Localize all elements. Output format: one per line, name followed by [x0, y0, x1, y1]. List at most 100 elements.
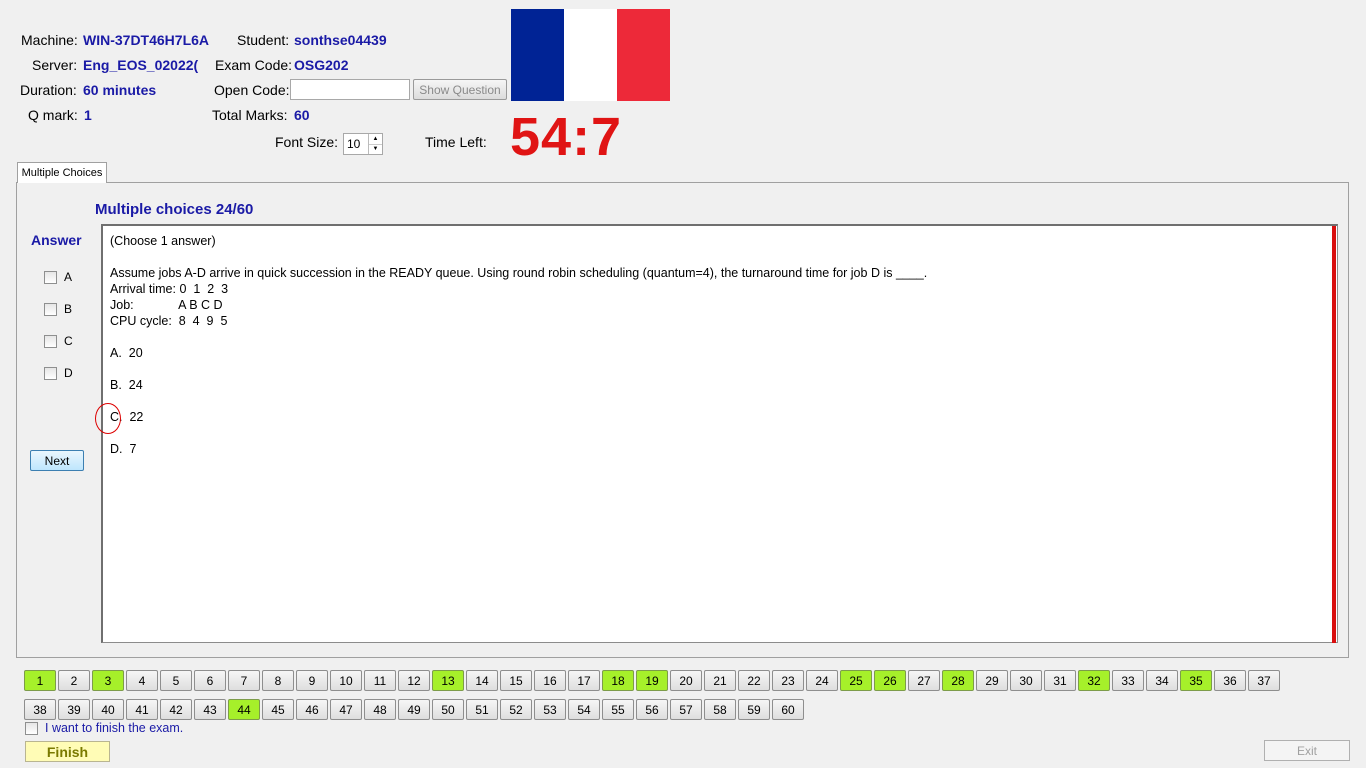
question-line — [110, 393, 927, 409]
font-size-stepper[interactable]: 10 ▲ ▼ — [343, 133, 383, 155]
exam-code-value: OSG202 — [294, 57, 349, 73]
question-nav-button-51[interactable]: 51 — [466, 699, 498, 720]
question-nav-button-41[interactable]: 41 — [126, 699, 158, 720]
question-nav-button-38[interactable]: 38 — [24, 699, 56, 720]
question-nav-button-46[interactable]: 46 — [296, 699, 328, 720]
question-nav-button-31[interactable]: 31 — [1044, 670, 1076, 691]
question-nav-button-2[interactable]: 2 — [58, 670, 90, 691]
question-nav-button-16[interactable]: 16 — [534, 670, 566, 691]
checkbox-c[interactable] — [44, 334, 57, 348]
checkbox-a[interactable] — [44, 270, 57, 284]
question-nav-button-48[interactable]: 48 — [364, 699, 396, 720]
handwritten-circle-annotation — [95, 403, 121, 434]
total-marks-value: 60 — [294, 107, 310, 123]
font-size-spin[interactable]: ▲ ▼ — [368, 134, 382, 154]
question-nav-button-25[interactable]: 25 — [840, 670, 872, 691]
open-code-label: Open Code: — [214, 82, 290, 98]
question-nav-button-1[interactable]: 1 — [24, 670, 56, 691]
question-nav-button-24[interactable]: 24 — [806, 670, 838, 691]
question-nav-button-39[interactable]: 39 — [58, 699, 90, 720]
option-label: B — [64, 302, 73, 316]
question-line: Assume jobs A-D arrive in quick successi… — [110, 266, 928, 280]
server-value: Eng_EOS_02022( — [83, 57, 199, 73]
question-nav-button-36[interactable]: 36 — [1214, 670, 1246, 691]
question-nav-button-8[interactable]: 8 — [262, 670, 294, 691]
question-nav-button-9[interactable]: 9 — [296, 670, 328, 691]
question-nav-button-19[interactable]: 19 — [636, 670, 668, 691]
answer-option-b[interactable]: B — [44, 293, 73, 325]
question-nav-button-20[interactable]: 20 — [670, 670, 702, 691]
question-nav-button-28[interactable]: 28 — [942, 670, 974, 691]
question-nav-button-55[interactable]: 55 — [602, 699, 634, 720]
question-nav-button-21[interactable]: 21 — [704, 670, 736, 691]
checkbox-b[interactable] — [44, 302, 57, 316]
spin-up-icon[interactable]: ▲ — [369, 134, 382, 145]
question-line: (Choose 1 answer) — [110, 234, 216, 248]
question-nav-button-42[interactable]: 42 — [160, 699, 192, 720]
machine-label: Machine: — [21, 32, 78, 48]
option-label: D — [64, 366, 73, 380]
question-nav-button-52[interactable]: 52 — [500, 699, 532, 720]
server-label: Server: — [32, 57, 78, 73]
time-left-label: Time Left: — [425, 134, 487, 150]
question-nav-button-27[interactable]: 27 — [908, 670, 940, 691]
option-label: C — [64, 334, 73, 348]
question-nav-button-33[interactable]: 33 — [1112, 670, 1144, 691]
total-marks-label: Total Marks: — [212, 107, 288, 123]
answer-option-c[interactable]: C — [44, 325, 73, 357]
question-nav-button-56[interactable]: 56 — [636, 699, 668, 720]
show-question-button[interactable]: Show Question — [413, 79, 507, 100]
checkbox-d[interactable] — [44, 366, 57, 380]
question-nav-button-58[interactable]: 58 — [704, 699, 736, 720]
question-nav-button-47[interactable]: 47 — [330, 699, 362, 720]
question-nav-button-5[interactable]: 5 — [160, 670, 192, 691]
question-line: A. 20 — [110, 346, 143, 360]
question-nav-button-11[interactable]: 11 — [364, 670, 396, 691]
next-button[interactable]: Next — [30, 450, 84, 471]
question-nav-button-4[interactable]: 4 — [126, 670, 158, 691]
question-nav-button-49[interactable]: 49 — [398, 699, 430, 720]
question-nav-button-12[interactable]: 12 — [398, 670, 430, 691]
exit-button[interactable]: Exit — [1264, 740, 1350, 761]
question-nav-button-30[interactable]: 30 — [1010, 670, 1042, 691]
finish-button[interactable]: Finish — [25, 741, 110, 762]
question-nav-button-29[interactable]: 29 — [976, 670, 1008, 691]
question-nav-button-13[interactable]: 13 — [432, 670, 464, 691]
open-code-input[interactable] — [290, 79, 410, 100]
finish-exam-option[interactable]: I want to finish the exam. — [25, 721, 183, 735]
question-nav-button-23[interactable]: 23 — [772, 670, 804, 691]
question-nav-button-18[interactable]: 18 — [602, 670, 634, 691]
question-nav-button-17[interactable]: 17 — [568, 670, 600, 691]
question-nav-button-60[interactable]: 60 — [772, 699, 804, 720]
answer-option-a[interactable]: A — [44, 261, 73, 293]
answer-option-d[interactable]: D — [44, 357, 73, 389]
question-nav-button-7[interactable]: 7 — [228, 670, 260, 691]
spin-down-icon[interactable]: ▼ — [369, 145, 382, 155]
question-nav-button-35[interactable]: 35 — [1180, 670, 1212, 691]
question-nav-button-43[interactable]: 43 — [194, 699, 226, 720]
question-nav-button-54[interactable]: 54 — [568, 699, 600, 720]
question-nav-button-6[interactable]: 6 — [194, 670, 226, 691]
question-nav-button-37[interactable]: 37 — [1248, 670, 1280, 691]
question-nav-button-32[interactable]: 32 — [1078, 670, 1110, 691]
question-nav-button-26[interactable]: 26 — [874, 670, 906, 691]
question-nav-button-15[interactable]: 15 — [500, 670, 532, 691]
question-nav-button-10[interactable]: 10 — [330, 670, 362, 691]
question-nav-button-44[interactable]: 44 — [228, 699, 260, 720]
question-nav-button-59[interactable]: 59 — [738, 699, 770, 720]
question-nav-button-3[interactable]: 3 — [92, 670, 124, 691]
question-nav-button-50[interactable]: 50 — [432, 699, 464, 720]
question-nav-button-22[interactable]: 22 — [738, 670, 770, 691]
question-nav-button-53[interactable]: 53 — [534, 699, 566, 720]
question-nav-button-40[interactable]: 40 — [92, 699, 124, 720]
student-label: Student: — [237, 32, 290, 48]
question-nav-button-14[interactable]: 14 — [466, 670, 498, 691]
finish-exam-checkbox[interactable] — [25, 721, 38, 735]
tab-multiple-choices[interactable]: Multiple Choices — [17, 162, 107, 183]
flag-stripe-blue — [511, 9, 564, 101]
question-nav-button-45[interactable]: 45 — [262, 699, 294, 720]
exam-header: Machine: WIN-37DT46H7L6A Student: sonths… — [0, 0, 1366, 167]
question-nav-button-34[interactable]: 34 — [1146, 670, 1178, 691]
question-nav-button-57[interactable]: 57 — [670, 699, 702, 720]
question-content[interactable]: (Choose 1 answer) Assume jobs A-D arrive… — [95, 224, 1338, 643]
